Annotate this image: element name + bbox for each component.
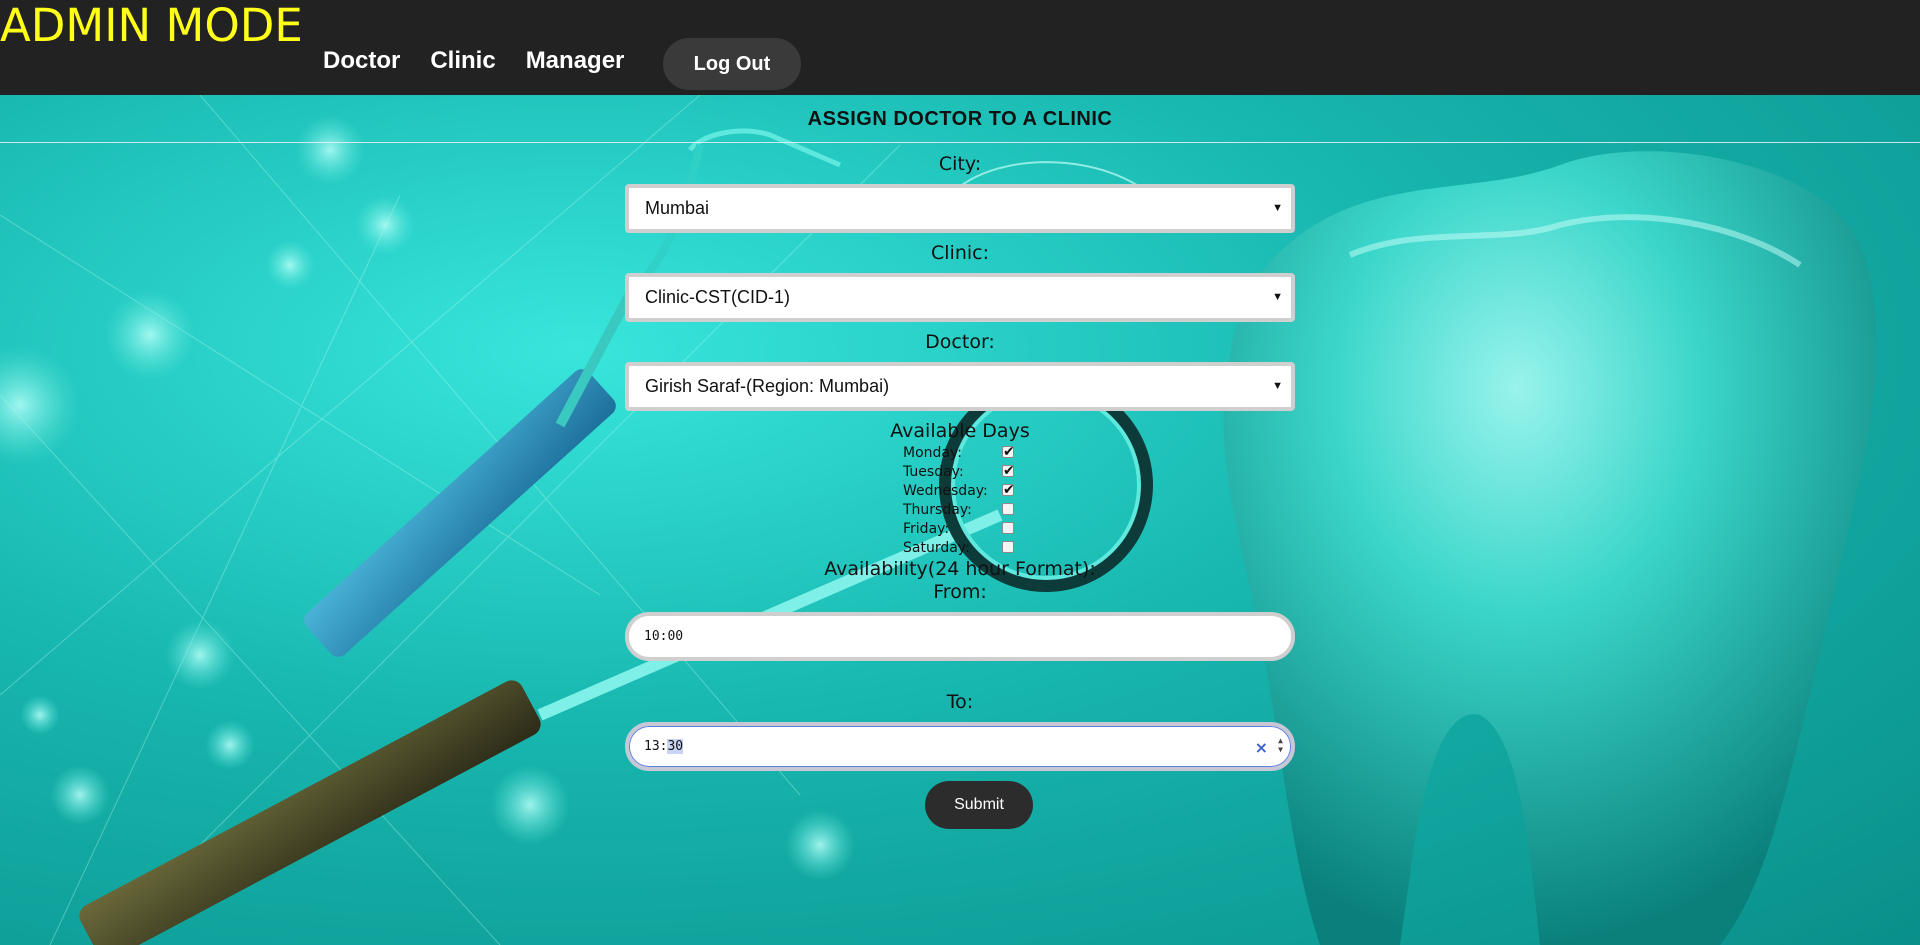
page-title: ASSIGN DOCTOR TO A CLINIC bbox=[807, 108, 1113, 130]
main-nav: Doctor Clinic Manager bbox=[323, 44, 654, 78]
nav-clinic[interactable]: Clinic bbox=[430, 44, 495, 78]
day-label: Wednesday: bbox=[903, 482, 988, 499]
day-row-friday: Friday: bbox=[903, 519, 1023, 538]
doctor-label: Doctor: bbox=[925, 331, 995, 353]
saturday-checkbox[interactable] bbox=[1002, 541, 1014, 553]
day-label: Tuesday: bbox=[903, 463, 964, 480]
clinic-select[interactable]: Clinic-CST(CID-1) ▼ bbox=[625, 273, 1295, 322]
tuesday-checkbox[interactable]: ✔ bbox=[1002, 464, 1015, 478]
availability-label: Availability(24 hour Format): bbox=[824, 558, 1096, 580]
spinner-icon[interactable]: ▲ ▼ bbox=[1278, 736, 1283, 754]
day-row-tuesday: Tuesday: ✔ bbox=[903, 462, 1023, 481]
city-label: City: bbox=[938, 153, 982, 175]
from-time-value: 10:00 bbox=[644, 629, 684, 644]
clinic-label: Clinic: bbox=[931, 242, 989, 264]
day-row-saturday: Saturday: bbox=[903, 538, 1023, 557]
doctor-select-value: Girish Saraf-(Region: Mumbai) bbox=[645, 376, 890, 396]
day-row-monday: Monday: ✔ bbox=[903, 443, 1023, 462]
to-label: To: bbox=[946, 691, 974, 713]
chevron-down-icon: ▼ bbox=[1272, 380, 1283, 392]
nav-manager[interactable]: Manager bbox=[526, 44, 625, 78]
nav-doctor[interactable]: Doctor bbox=[323, 44, 400, 78]
available-days-list: Monday: ✔ Tuesday: ✔ Wednesday: ✔ Thursd… bbox=[903, 443, 1023, 557]
friday-checkbox[interactable] bbox=[1002, 522, 1014, 534]
doctor-select[interactable]: Girish Saraf-(Region: Mumbai) ▼ bbox=[625, 362, 1295, 411]
from-time-input[interactable]: 10:00 bbox=[625, 612, 1295, 661]
monday-checkbox[interactable]: ✔ bbox=[1002, 445, 1015, 459]
wednesday-checkbox[interactable]: ✔ bbox=[1002, 483, 1015, 497]
to-time-minutes: 30 bbox=[667, 739, 684, 754]
submit-button[interactable]: Submit bbox=[925, 781, 1033, 829]
clinic-select-value: Clinic-CST(CID-1) bbox=[645, 287, 790, 307]
day-label: Monday: bbox=[903, 444, 962, 461]
city-select-value: Mumbai bbox=[645, 198, 710, 218]
day-row-wednesday: Wednesday: ✔ bbox=[903, 481, 1023, 500]
city-select[interactable]: Mumbai ▼ bbox=[625, 184, 1295, 233]
day-label: Thursday: bbox=[903, 501, 972, 518]
day-row-thursday: Thursday: bbox=[903, 500, 1023, 519]
to-time-hours: 13: bbox=[644, 739, 668, 754]
logout-button[interactable]: Log Out bbox=[663, 38, 801, 90]
admin-mode-title: ADMIN MODE bbox=[0, 0, 303, 52]
thursday-checkbox[interactable] bbox=[1002, 503, 1014, 515]
top-navbar: ADMIN MODE Doctor Clinic Manager Log Out bbox=[0, 0, 1920, 95]
available-days-label: Available Days bbox=[890, 420, 1030, 442]
day-label: Saturday: bbox=[903, 539, 970, 556]
title-divider bbox=[0, 142, 1920, 143]
from-label: From: bbox=[933, 581, 987, 603]
chevron-down-icon: ▼ bbox=[1272, 291, 1283, 303]
chevron-down-icon: ▼ bbox=[1272, 202, 1283, 214]
clear-icon[interactable]: × bbox=[1255, 738, 1268, 757]
to-time-input[interactable]: 13: 30 × ▲ ▼ bbox=[625, 722, 1295, 771]
day-label: Friday: bbox=[903, 520, 950, 537]
